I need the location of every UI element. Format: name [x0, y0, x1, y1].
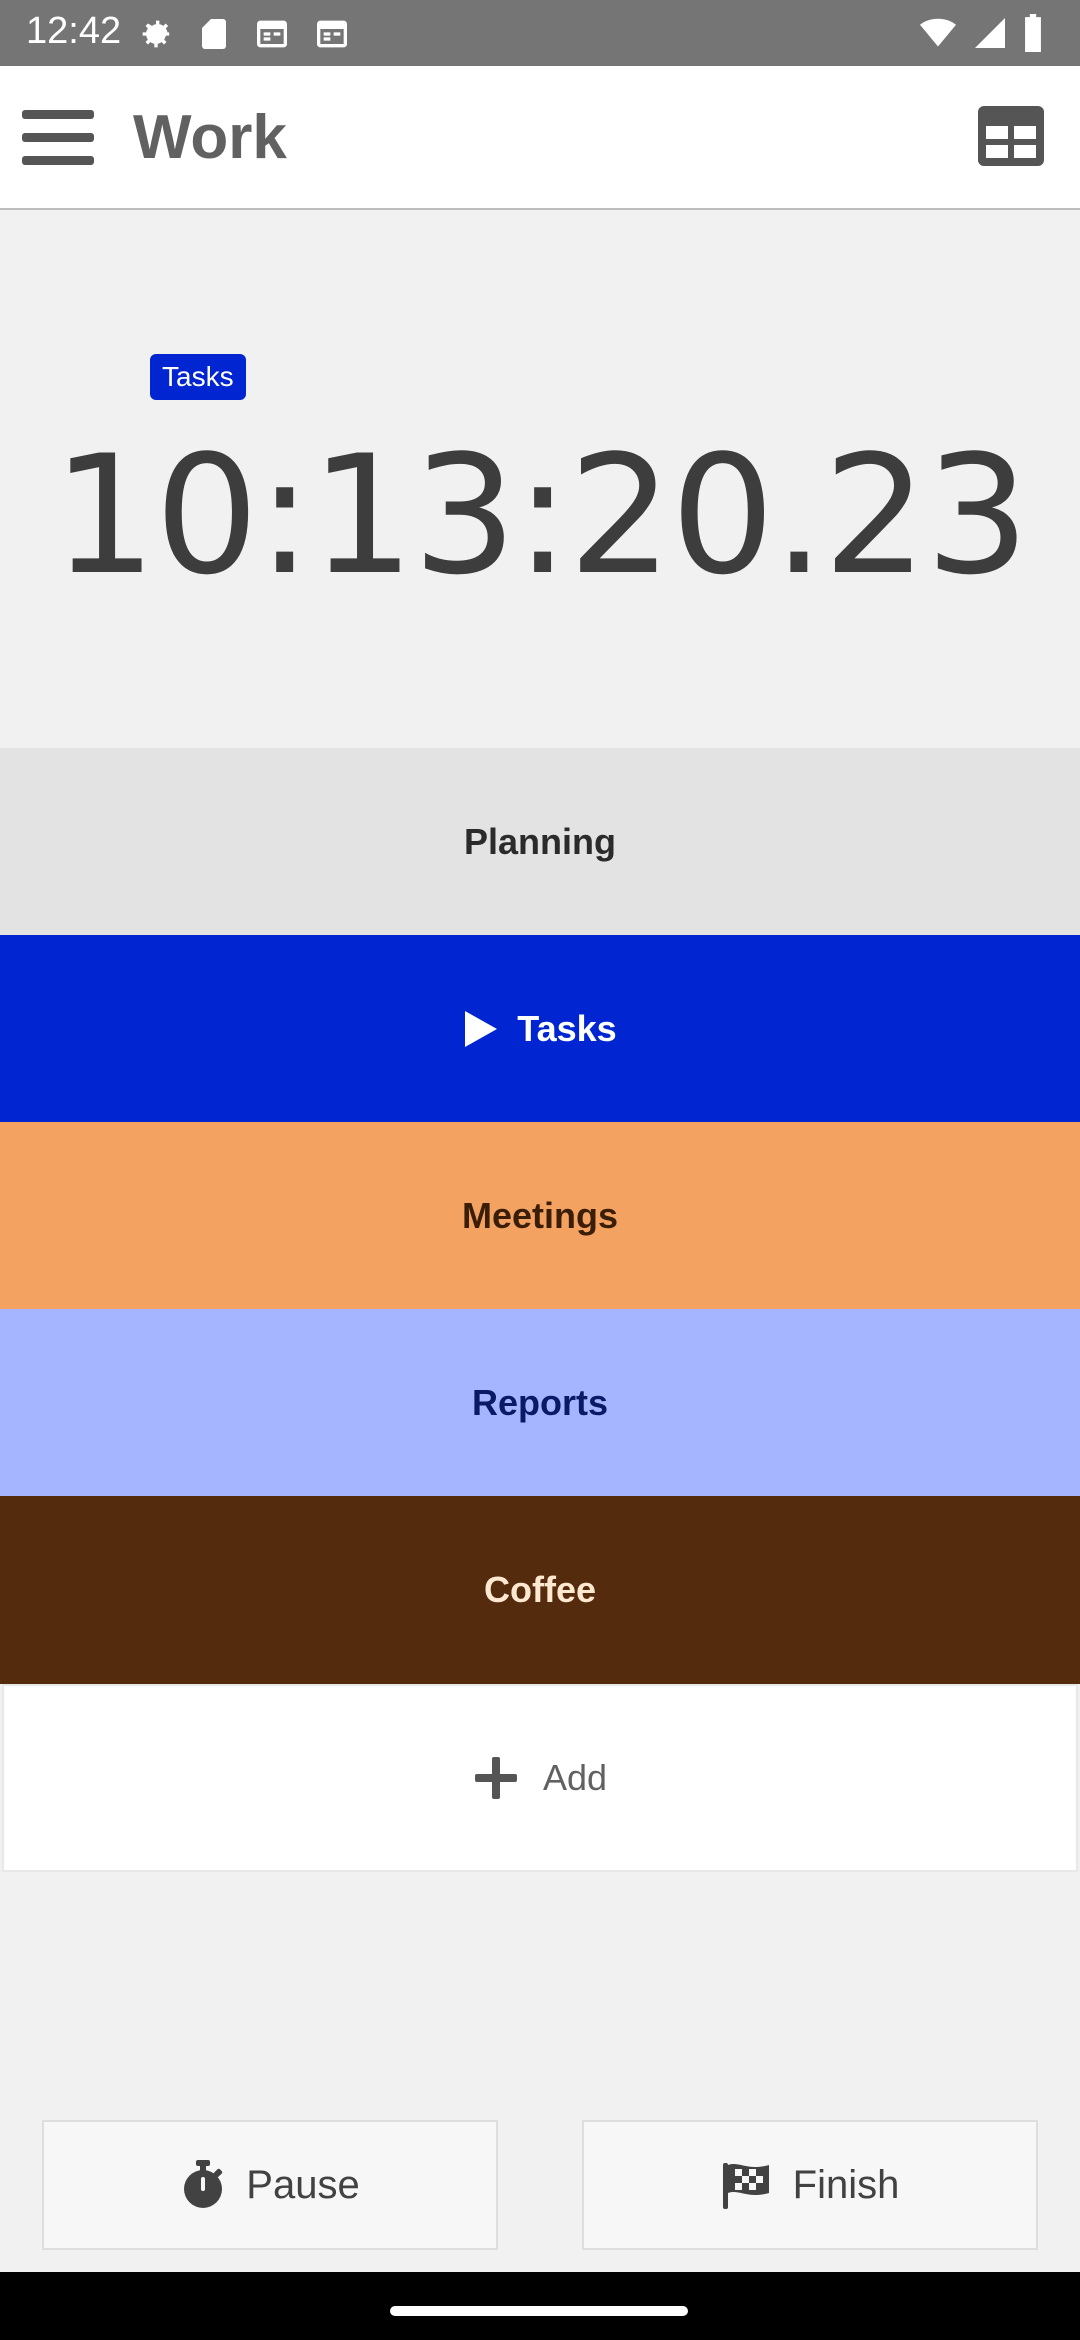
app-bar: Work [0, 66, 1080, 210]
play-icon [465, 1010, 498, 1047]
checkered-flag-icon [722, 2163, 769, 2209]
stopwatch-icon [184, 2160, 223, 2208]
finish-label: Finish [792, 2162, 900, 2207]
current-activity-badge: Tasks [150, 354, 246, 400]
activity-coffee[interactable]: Coffee [0, 1496, 1080, 1684]
calendar-notification-icon-2 [317, 20, 347, 48]
battery-icon [1025, 14, 1041, 52]
sd-card-icon [202, 19, 226, 49]
home-gesture-handle[interactable] [390, 2306, 688, 2316]
activity-label: Meetings [461, 1194, 619, 1236]
system-icons [918, 14, 1044, 52]
timer-panel: Tasks 10:13:20.23 [0, 210, 1080, 748]
add-activity-button[interactable]: Add [2, 1684, 1078, 1872]
elapsed-time-display: 10:13:20.23 [52, 420, 1029, 611]
finish-button[interactable]: Finish [582, 2120, 1038, 2250]
activity-label: Reports [471, 1381, 609, 1423]
activity-reports[interactable]: Reports [0, 1309, 1080, 1496]
menu-button[interactable] [20, 104, 96, 172]
grid-view-button[interactable] [978, 106, 1044, 166]
activity-label: Coffee [483, 1569, 596, 1610]
page-title: Work [133, 103, 287, 172]
add-label: Add [542, 1757, 608, 1798]
wifi-icon [920, 18, 956, 47]
calendar-notification-icon [257, 20, 287, 48]
grid-view-icon [978, 106, 1044, 166]
status-bar: 12:42 [0, 0, 1080, 66]
signal-icon [975, 18, 1005, 48]
activity-label: Planning [464, 820, 616, 862]
activity-label: Tasks [517, 1007, 617, 1049]
plus-icon [474, 1757, 517, 1799]
activity-planning[interactable]: Planning [0, 748, 1080, 935]
pause-label: Pause [246, 2162, 360, 2207]
pause-button[interactable]: Pause [42, 2120, 498, 2250]
hamburger-menu-icon [22, 110, 94, 165]
settings-notification-icon [142, 20, 171, 48]
status-time: 12:42 [26, 10, 122, 52]
system-navigation-bar [0, 2272, 1080, 2340]
activity-tasks[interactable]: Tasks [0, 935, 1080, 1122]
notification-icons [136, 14, 352, 54]
activity-meetings[interactable]: Meetings [0, 1122, 1080, 1309]
